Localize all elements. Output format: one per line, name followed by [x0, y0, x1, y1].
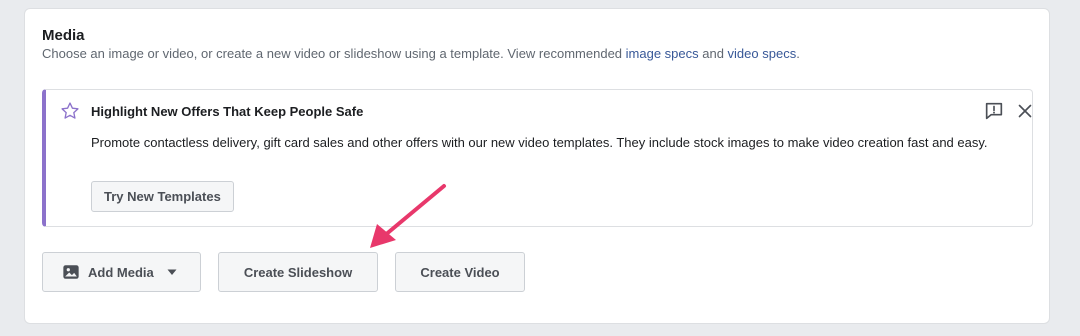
- image-icon: [63, 265, 79, 279]
- description-text: Choose an image or video, or create a ne…: [42, 46, 626, 61]
- promo-title: Highlight New Offers That Keep People Sa…: [91, 104, 364, 119]
- image-specs-link[interactable]: image specs: [626, 46, 699, 61]
- description-and: and: [698, 46, 728, 61]
- caret-down-icon: [167, 269, 177, 275]
- try-new-templates-button[interactable]: Try New Templates: [91, 181, 234, 212]
- close-icon[interactable]: [1014, 100, 1036, 122]
- add-media-label: Add Media: [88, 264, 154, 280]
- promo-body: Promote contactless delivery, gift card …: [91, 135, 988, 150]
- create-video-button[interactable]: Create Video: [395, 252, 525, 292]
- media-panel: Media Choose an image or video, or creat…: [24, 8, 1050, 324]
- promo-banner: Highlight New Offers That Keep People Sa…: [42, 89, 1033, 227]
- add-media-button[interactable]: Add Media: [42, 252, 201, 292]
- section-title: Media: [42, 27, 85, 44]
- section-description: Choose an image or video, or create a ne…: [42, 46, 800, 61]
- create-slideshow-button[interactable]: Create Slideshow: [218, 252, 378, 292]
- description-period: .: [796, 46, 800, 61]
- video-specs-link[interactable]: video specs: [728, 46, 797, 61]
- star-icon: [61, 102, 79, 119]
- feedback-icon[interactable]: [983, 100, 1005, 122]
